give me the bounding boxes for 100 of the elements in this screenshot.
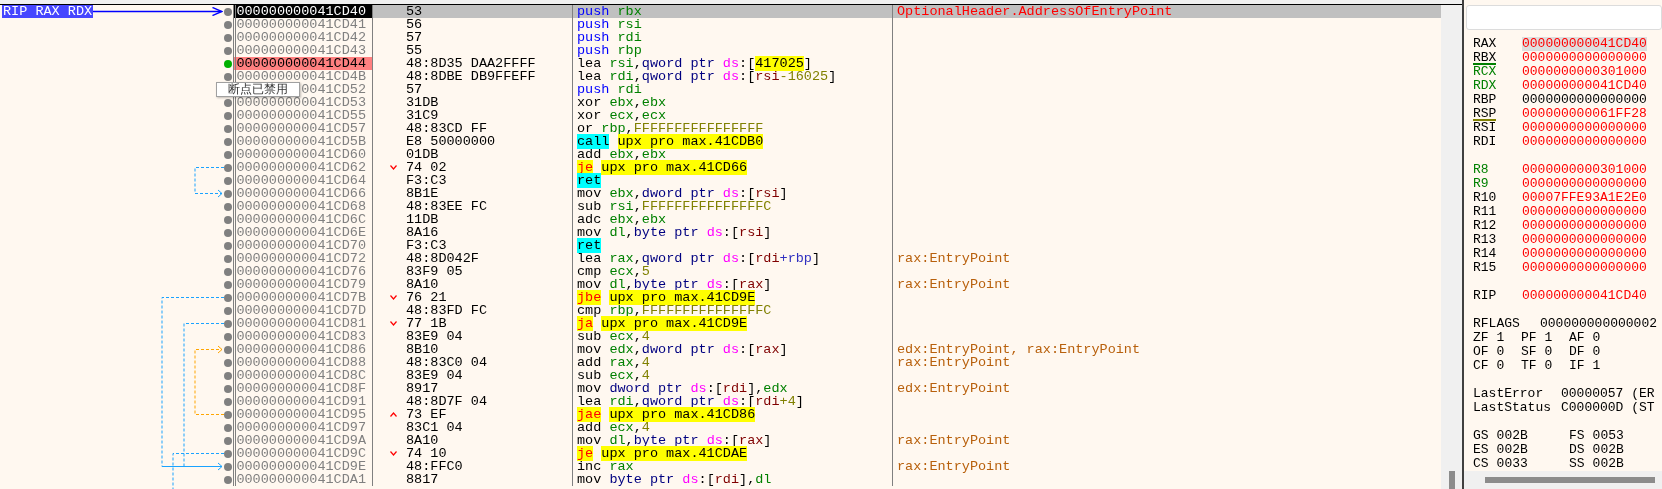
segment-name: GS (1473, 429, 1489, 443)
instruction-address: 000000000041CD97 (233, 421, 372, 434)
instruction-text: lea rdi,qword ptr ds:[rsi-16025] (577, 69, 837, 84)
opcode-bytes: 48:8D7F 04 (406, 395, 487, 408)
flag-name: IF (1569, 359, 1585, 373)
comment-text: edx:EntryPoint, rax:EntryPoint (897, 342, 1141, 357)
register-name: RFLAGS (1473, 317, 1521, 331)
register-name: RSP (1473, 107, 1497, 121)
instruction-text: push rbp (577, 43, 642, 58)
comment-text: rax:EntryPoint (897, 251, 1011, 266)
opcode-bytes: 73 EF (406, 408, 447, 421)
instruction-address: 000000000041CDA1 (233, 473, 372, 486)
instruction-address: 000000000041CD8F (233, 382, 372, 395)
flag-name: TF (1521, 359, 1537, 373)
opcode-bytes: 11DB (406, 213, 439, 226)
instruction-text: ret (577, 173, 602, 188)
instruction-text: ja upx pro max.41CD9E (577, 316, 748, 331)
instruction-text: xor ecx,ecx (577, 108, 667, 123)
opcode-bytes: 83E9 04 (406, 330, 463, 343)
instruction-text: add rax,4 (577, 355, 650, 370)
opcode-bytes: 83C1 04 (406, 421, 463, 434)
instruction-text: sub rsi,FFFFFFFFFFFFFFFC (577, 199, 772, 214)
opcode-bytes: 48:FFC0 (406, 460, 463, 473)
instruction-text: mov ebx,dword ptr ds:[rsi] (577, 186, 788, 201)
segment-name: CS (1473, 457, 1489, 471)
opcode-bytes: 48:8DBE DB9FFEFF (406, 70, 536, 83)
instruction-text: inc rax (577, 459, 634, 474)
instruction-text: jbe upx pro max.41CD9E (577, 290, 756, 305)
opcode-bytes: 48:83CD FF (406, 122, 487, 135)
opcode-bytes: 8A10 (406, 434, 439, 447)
register-name: RAX (1473, 37, 1497, 51)
register-name: R13 (1473, 233, 1497, 247)
instruction-text: sub ecx,4 (577, 368, 650, 383)
opcode-bytes: 57 (406, 83, 423, 96)
instruction-address: 000000000041CD68 (233, 200, 372, 213)
comment-text: edx:EntryPoint (897, 381, 1011, 396)
instruction-address: 000000000041CD40 (233, 5, 372, 18)
instruction-text: cmp ecx,5 (577, 264, 650, 279)
register-name: RBP (1473, 93, 1497, 107)
tooltip: 断点已禁用 (216, 82, 300, 97)
register-name: R12 (1473, 219, 1497, 233)
instruction-text: adc ebx,ebx (577, 212, 667, 227)
instruction-address: 000000000041CD86 (233, 343, 372, 356)
opcode-bytes: 8917 (406, 382, 439, 395)
instruction-address: 000000000041CD64 (233, 174, 372, 187)
instruction-address: 000000000041CD62 (233, 161, 372, 174)
instruction-address: 000000000041CD72 (233, 252, 372, 265)
opcode-bytes: F3:C3 (406, 174, 447, 187)
instruction-address: 000000000041CD83 (233, 330, 372, 343)
register-name: R11 (1473, 205, 1497, 219)
opcode-bytes: 74 02 (406, 161, 447, 174)
instruction-text: ret (577, 238, 602, 253)
instruction-text: je upx pro max.41CDAE (577, 446, 748, 461)
instruction-address: 000000000041CD41 (233, 18, 372, 31)
opcode-bytes: 48:8D35 DAA2FFFF (406, 57, 536, 70)
flag-name: ZF (1473, 331, 1489, 345)
instruction-address: 000000000041CD53 (233, 96, 372, 109)
instruction-address: 000000000041CD9E (233, 460, 372, 473)
instruction-text: mov byte ptr ds:[rdi],dl (577, 472, 772, 487)
instruction-address: 000000000041CD6E (233, 226, 372, 239)
register-name: RIP (1473, 289, 1497, 303)
opcode-bytes: 48:83FD FC (406, 304, 487, 317)
flag-name: DF (1569, 345, 1585, 359)
instruction-address: 000000000041CD57 (233, 122, 372, 135)
status-value: C000000D (ST (1561, 401, 1655, 415)
opcode-bytes: 8B10 (406, 343, 439, 356)
instruction-address: 000000000041CD91 (233, 395, 372, 408)
register-name: RSI (1473, 121, 1497, 135)
instruction-address: 000000000041CD55 (233, 109, 372, 122)
instruction-address: 000000000041CD5B (233, 135, 372, 148)
opcode-bytes: 48:83C0 04 (406, 356, 487, 369)
comment-text: rax:EntryPoint (897, 459, 1011, 474)
segment-name: SS (1569, 457, 1585, 471)
instruction-address: 000000000041CD60 (233, 148, 372, 161)
instruction-text: add ebx,ebx (577, 147, 667, 162)
instruction-address: 000000000041CD79 (233, 278, 372, 291)
opcode-bytes: F3:C3 (406, 239, 447, 252)
opcode-bytes: 76 21 (406, 291, 447, 304)
instruction-address: 000000000041CD44 (233, 57, 372, 70)
register-name: R9 (1473, 177, 1489, 191)
status-name: LastError (1473, 387, 1545, 401)
instruction-address: 000000000041CD9A (233, 434, 372, 447)
instruction-text: mov dl,byte ptr ds:[rsi] (577, 225, 772, 240)
instruction-text: push rdi (577, 30, 642, 45)
instruction-text: or rbp,FFFFFFFFFFFFFFFF (577, 121, 764, 136)
segment-name: ES (1473, 443, 1489, 457)
instruction-text: sub ecx,4 (577, 329, 650, 344)
instruction-text: lea rsi,qword ptr ds:[417025] (577, 56, 812, 71)
instruction-address: 000000000041CD6C (233, 213, 372, 226)
instruction-text: jae upx pro max.41CD86 (577, 407, 756, 422)
opcode-bytes: 57 (406, 31, 423, 44)
register-name: R15 (1473, 261, 1497, 275)
opcode-bytes: 83F9 05 (406, 265, 463, 278)
opcode-bytes: 53 (406, 5, 423, 18)
register-name: R14 (1473, 247, 1497, 261)
opcode-bytes: 8A16 (406, 226, 439, 239)
register-name: RDX (1473, 79, 1497, 93)
opcode-bytes: 74 10 (406, 447, 447, 460)
flag-name: CF (1473, 359, 1489, 373)
opcode-bytes: 48:83EE FC (406, 200, 487, 213)
